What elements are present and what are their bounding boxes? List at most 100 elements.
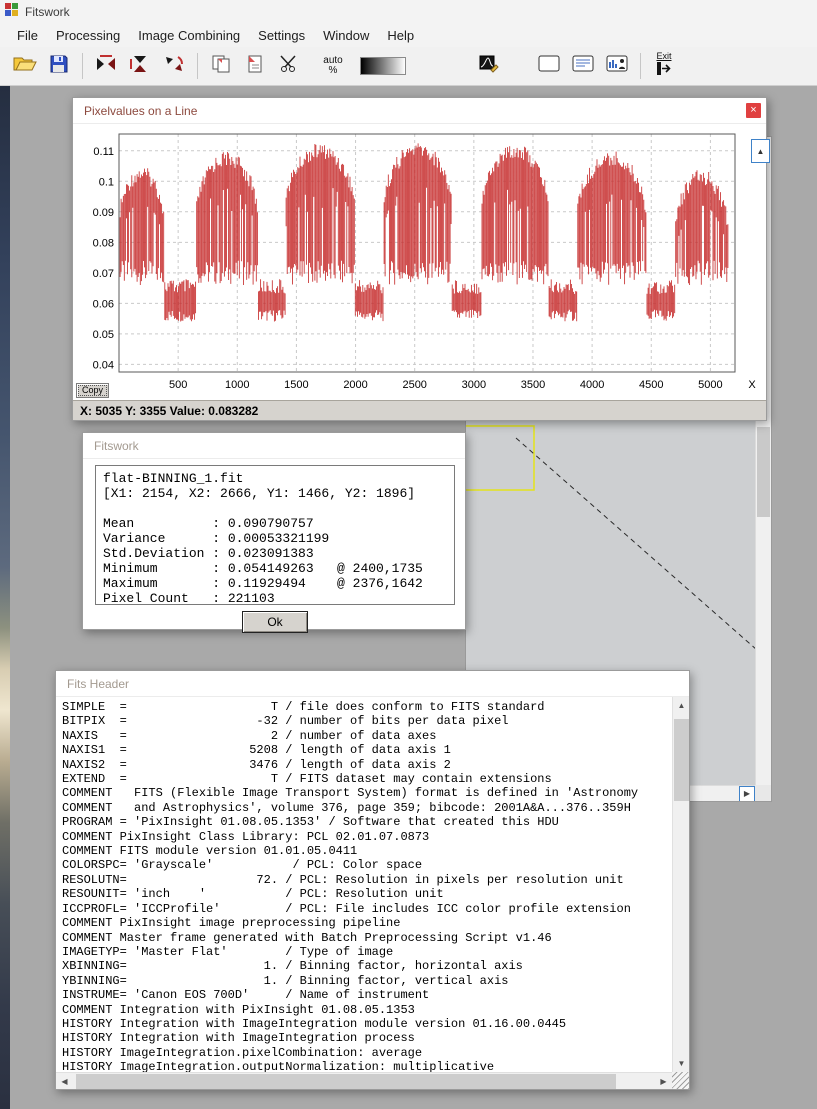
y-tick-labels: 0.04 0.05 0.06 0.07 0.08 0.09 0.1 0.11 — [93, 146, 114, 372]
screen: Fitswork FileProcessingImage CombiningSe… — [0, 0, 817, 1109]
svg-text:4000: 4000 — [580, 379, 604, 391]
window-icon — [538, 55, 560, 78]
open-file-button[interactable] — [8, 49, 42, 83]
exit-button[interactable]: Exit — [647, 49, 681, 83]
toolbar-separator — [197, 53, 198, 79]
app-title: Fitswork — [25, 5, 70, 19]
pixelvalues-window[interactable]: Pixelvalues on a Line × 500 1000 1500 2000 2… — [72, 97, 767, 421]
svg-text:0.09: 0.09 — [93, 207, 114, 219]
menu-item-image-combining[interactable]: Image Combining — [129, 25, 249, 46]
exit-label: Exit — [656, 52, 671, 61]
plot-person-button[interactable] — [600, 49, 634, 83]
svg-text:3500: 3500 — [521, 379, 545, 391]
pixelvalues-title: Pixelvalues on a Line — [84, 104, 197, 118]
toolbar: auto % Exit — [0, 47, 817, 86]
fits-scroll-up-arrow[interactable]: ▲ — [673, 697, 690, 714]
cut-button[interactable] — [272, 49, 306, 83]
fits-scroll-down-arrow[interactable]: ▼ — [673, 1055, 690, 1072]
svg-text:5000: 5000 — [698, 379, 722, 391]
scissors-icon — [279, 54, 299, 78]
new-window-button[interactable] — [532, 49, 566, 83]
menu-item-settings[interactable]: Settings — [249, 25, 314, 46]
x-axis-label: X — [748, 379, 756, 391]
copy-image-button[interactable] — [204, 49, 238, 83]
flip-vertical-button[interactable] — [123, 49, 157, 83]
resize-grip[interactable] — [672, 1072, 689, 1089]
pixel-values-chart[interactable]: 500 1000 1500 2000 2500 3000 3500 4000 4500 5000 X… — [73, 124, 766, 400]
floppy-icon — [49, 54, 69, 79]
vscroll-thumb[interactable] — [757, 427, 770, 517]
fits-header-titlebar[interactable]: Fits Header — [56, 671, 689, 697]
fits-header-window[interactable]: Fits Header SIMPLE = T / file does confo… — [55, 670, 690, 1090]
close-button[interactable]: × — [746, 103, 761, 118]
exit-icon — [655, 61, 673, 81]
svg-text:0.05: 0.05 — [93, 329, 114, 341]
fits-vscroll-thumb[interactable] — [674, 719, 689, 801]
app-icon — [4, 2, 19, 22]
copy-button[interactable]: Copy — [76, 383, 109, 398]
svg-text:0.07: 0.07 — [93, 268, 114, 280]
statistics-title: Fitswork — [94, 439, 139, 453]
scroll-right-arrow[interactable]: ▶ — [739, 786, 755, 802]
gradient-button[interactable] — [360, 57, 406, 75]
window-layout-button[interactable] — [566, 49, 600, 83]
svg-text:0.06: 0.06 — [93, 298, 114, 310]
folder-open-icon — [13, 54, 37, 79]
menu-item-window[interactable]: Window — [314, 25, 378, 46]
duplicate-image-button[interactable] — [238, 49, 272, 83]
svg-text:3000: 3000 — [462, 379, 486, 391]
mdi-client: ◀ ▶ ▲ Pixelvalues on a Line × 500 1000 150… — [0, 86, 817, 1109]
save-button[interactable] — [42, 49, 76, 83]
svg-text:0.04: 0.04 — [93, 359, 114, 371]
statistics-text: flat-BINNING_1.fit [X1: 2154, X2: 2666, … — [103, 471, 454, 605]
svg-text:0.08: 0.08 — [93, 237, 114, 249]
chart-person-icon — [606, 55, 628, 78]
flip-horizontal-icon — [95, 54, 117, 79]
percent-label: % — [329, 66, 338, 76]
toolbar-separator — [82, 53, 83, 79]
chart-statusbar: X: 5035 Y: 3355 Value: 0.083282 — [73, 400, 766, 420]
flip-horizontal-button[interactable] — [89, 49, 123, 83]
svg-text:2500: 2500 — [402, 379, 426, 391]
fits-header-body: SIMPLE = T / file does conform to FITS s… — [56, 697, 672, 1072]
fits-header-text: SIMPLE = T / file does conform to FITS s… — [62, 700, 672, 1072]
statistics-dialog[interactable]: Fitswork flat-BINNING_1.fit [X1: 2154, X… — [82, 432, 466, 630]
toolbar-separator — [640, 53, 641, 79]
statistics-titlebar[interactable]: Fitswork — [83, 433, 465, 459]
fits-vertical-scrollbar[interactable]: ▲ ▼ — [672, 697, 689, 1072]
page-icon — [245, 54, 265, 79]
menu-item-processing[interactable]: Processing — [47, 25, 129, 46]
svg-text:4500: 4500 — [639, 379, 663, 391]
menubar: FileProcessingImage CombiningSettingsWin… — [0, 24, 817, 47]
fits-hscroll-thumb[interactable] — [76, 1074, 616, 1089]
svg-text:1500: 1500 — [284, 379, 308, 391]
fits-scroll-right-arrow[interactable]: ▶ — [655, 1073, 672, 1090]
auto-scale-button[interactable]: auto % — [316, 49, 350, 83]
x-tick-labels: 500 1000 1500 2000 2500 3000 3500 4000 4500 5000 X — [169, 379, 756, 391]
pixelvalues-titlebar[interactable]: Pixelvalues on a Line × — [73, 98, 766, 124]
chart-area[interactable]: 500 1000 1500 2000 2500 3000 3500 4000 4500 5000 X… — [73, 124, 766, 400]
fits-horizontal-scrollbar[interactable]: ◀ ▶ — [56, 1072, 672, 1089]
svg-text:2000: 2000 — [343, 379, 367, 391]
rotate-icon — [163, 54, 185, 79]
svg-text:0.1: 0.1 — [99, 176, 114, 188]
flip-vertical-icon — [129, 54, 151, 79]
rotate-button[interactable] — [157, 49, 191, 83]
menu-item-help[interactable]: Help — [378, 25, 423, 46]
histogram-icon — [478, 54, 500, 79]
desktop-wallpaper-strip — [0, 86, 10, 1109]
cursor-readout: X: 5035 Y: 3355 Value: 0.083282 — [80, 404, 258, 418]
fits-scroll-left-arrow[interactable]: ◀ — [56, 1073, 73, 1090]
svg-text:500: 500 — [169, 379, 187, 391]
pixel-values-series — [119, 143, 728, 321]
copy-icon — [211, 54, 231, 79]
image-scroll-up-arrow[interactable]: ▲ — [751, 139, 770, 163]
svg-text:1000: 1000 — [225, 379, 249, 391]
app-titlebar[interactable]: Fitswork — [0, 0, 817, 24]
window-lines-icon — [572, 55, 594, 78]
histogram-button[interactable] — [472, 49, 506, 83]
svg-text:0.11: 0.11 — [93, 146, 114, 158]
menu-item-file[interactable]: File — [8, 25, 47, 46]
ok-button[interactable]: Ok — [242, 611, 308, 633]
scrollbar-corner — [755, 785, 771, 801]
